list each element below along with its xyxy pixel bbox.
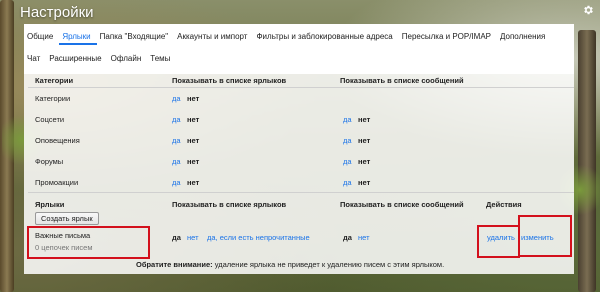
highlight-box-label [27, 226, 150, 259]
show-label-no[interactable]: нет [187, 94, 199, 103]
tab-forwarding[interactable]: Пересылка и POP/IMAP [402, 32, 491, 41]
show-label-no[interactable]: нет [187, 136, 199, 145]
tab-labels[interactable]: Ярлыки [62, 32, 90, 41]
label-show-if-unread[interactable]: да, если есть непрочитанные [207, 233, 310, 242]
labels-header-label-list: Показывать в списке ярлыков [172, 200, 287, 209]
show-label-yes[interactable]: да [172, 115, 181, 124]
settings-tabs-panel: Общие Ярлыки Папка "Входящие" Аккаунты и… [24, 24, 574, 74]
show-label-yes[interactable]: да [172, 136, 181, 145]
system-header-label-list: Показывать в списке ярлыков [172, 76, 287, 85]
category-name: Категории [35, 94, 71, 103]
tab-advanced[interactable]: Расширенные [49, 54, 101, 63]
tabs-row-secondary: Чат Расширенные Офлайн Темы [27, 50, 179, 66]
labels-settings-content: Категории Показывать в списке ярлыков По… [24, 74, 574, 274]
label-message-show-yes[interactable]: да [343, 233, 352, 242]
divider [28, 192, 574, 193]
labels-header-actions: Действия [486, 200, 522, 209]
show-message-yes[interactable]: да [343, 178, 352, 187]
show-message-no[interactable]: нет [358, 178, 370, 187]
category-name: Промоакции [35, 178, 79, 187]
category-name: Форумы [35, 157, 64, 166]
page-title: Настройки [20, 4, 94, 21]
tab-general[interactable]: Общие [27, 32, 53, 41]
tabs-row-primary: Общие Ярлыки Папка "Входящие" Аккаунты и… [27, 28, 554, 44]
tab-themes[interactable]: Темы [150, 54, 170, 63]
label-show-no[interactable]: нет [187, 233, 199, 242]
show-message-yes[interactable]: да [343, 157, 352, 166]
deletion-note: Обратите внимание: удаление ярлыка не пр… [136, 260, 444, 269]
show-label-no[interactable]: нет [187, 115, 199, 124]
category-name: Оповещения [35, 136, 80, 145]
label-message-show-no[interactable]: нет [358, 233, 370, 242]
tab-inbox[interactable]: Папка "Входящие" [100, 32, 169, 41]
highlight-box-delete [477, 225, 520, 258]
show-label-no[interactable]: нет [187, 157, 199, 166]
labels-header: Ярлыки [35, 200, 65, 209]
show-message-yes[interactable]: да [343, 136, 352, 145]
system-header-categories: Категории [35, 76, 74, 85]
tab-chat[interactable]: Чат [27, 54, 40, 63]
show-message-no[interactable]: нет [358, 157, 370, 166]
show-label-no[interactable]: нет [187, 178, 199, 187]
category-name: Соцсети [35, 115, 65, 124]
show-message-no[interactable]: нет [358, 115, 370, 124]
show-label-yes[interactable]: да [172, 178, 181, 187]
show-label-yes[interactable]: да [172, 94, 181, 103]
divider [28, 87, 574, 88]
tab-addons[interactable]: Дополнения [500, 32, 545, 41]
show-message-yes[interactable]: да [343, 115, 352, 124]
tab-filters[interactable]: Фильтры и заблокированные адреса [256, 32, 392, 41]
system-header-message-list: Показывать в списке сообщений [340, 76, 464, 85]
labels-header-message-list: Показывать в списке сообщений [340, 200, 464, 209]
show-label-yes[interactable]: да [172, 157, 181, 166]
tab-offline[interactable]: Офлайн [111, 54, 142, 63]
label-show-yes[interactable]: да [172, 233, 181, 242]
gear-icon[interactable] [582, 4, 594, 16]
deletion-note-strong: Обратите внимание: [136, 260, 213, 269]
create-label-button[interactable]: Создать ярлык [35, 212, 99, 225]
show-message-no[interactable]: нет [358, 136, 370, 145]
tab-accounts[interactable]: Аккаунты и импорт [177, 32, 247, 41]
top-bar: Настройки [0, 0, 600, 24]
active-tab-indicator [59, 43, 97, 45]
highlight-box-edit [518, 215, 572, 257]
deletion-note-text: удаление ярлыка не приведет к удалению п… [212, 260, 445, 269]
